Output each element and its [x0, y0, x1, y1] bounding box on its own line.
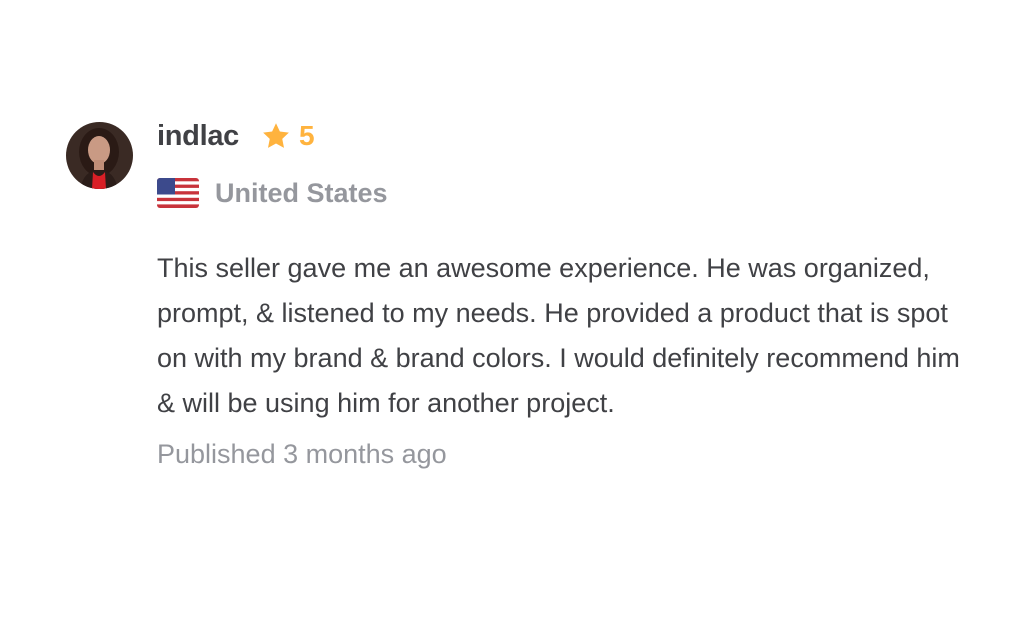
star-icon [263, 123, 289, 148]
published-date: Published 3 months ago [157, 439, 447, 469]
rating-value: 5 [299, 120, 315, 151]
avatar[interactable] [66, 122, 133, 189]
review-text: This seller gave me an awesome experienc… [157, 253, 960, 418]
user-avatar-image [66, 122, 133, 189]
review-content: indlac 5 United States This seller gave … [157, 118, 960, 470]
country-row: United States [157, 176, 957, 210]
rating: 5 [261, 120, 315, 152]
us-flag-icon [157, 178, 199, 208]
review-header: indlac 5 [157, 118, 957, 154]
username[interactable]: indlac [157, 120, 239, 153]
country-name: United States [215, 177, 388, 208]
